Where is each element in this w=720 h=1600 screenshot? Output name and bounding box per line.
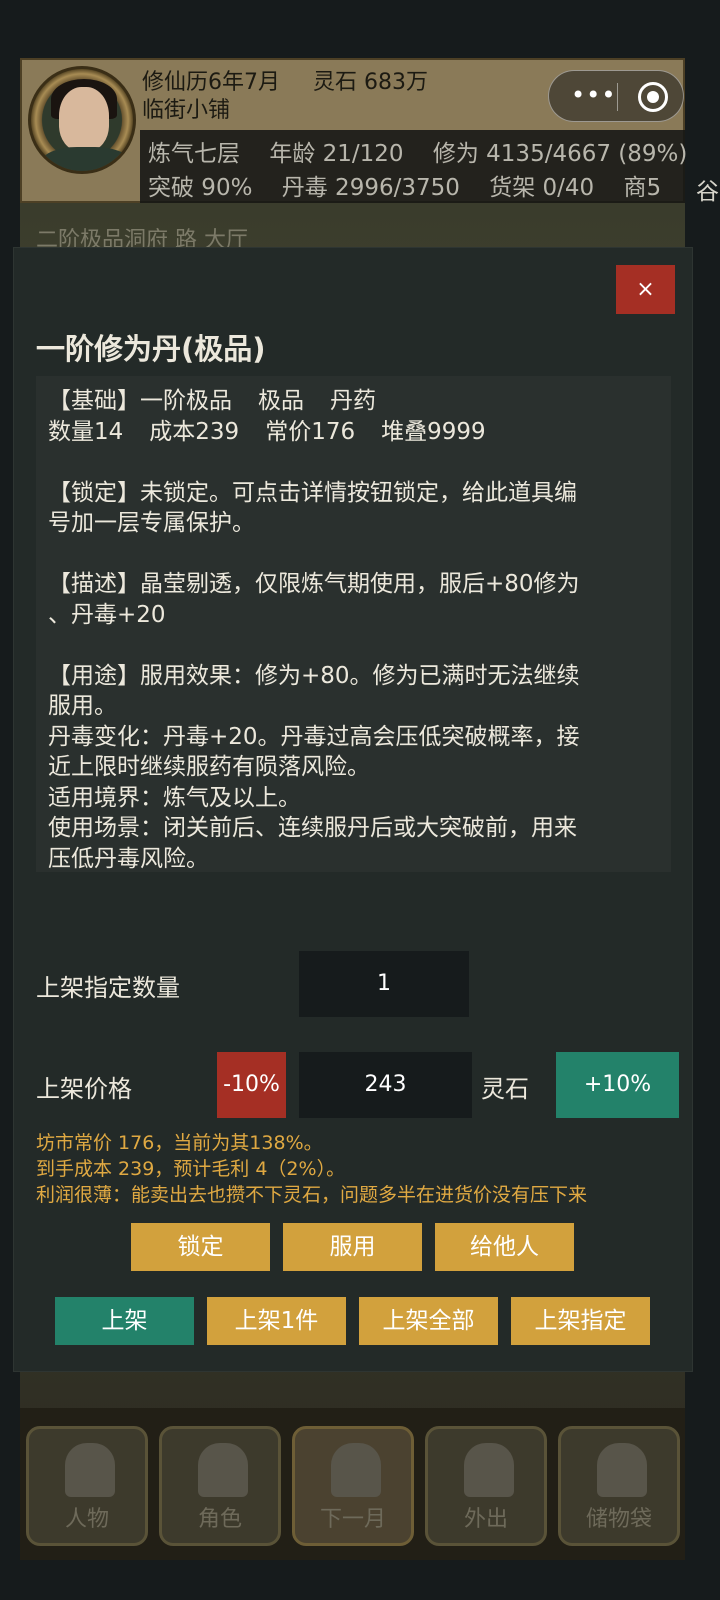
item-cost: 成本239	[149, 418, 240, 445]
nav-role-label: 角色	[197, 1507, 242, 1532]
breakthrough-stat: 突破 90%	[148, 175, 253, 201]
usage-line: 近上限时继续服药有陨落风险。	[48, 754, 370, 780]
basic-info-line: 【基础】一阶极品 极品 丹药	[48, 386, 659, 417]
person-icon	[65, 1443, 115, 1497]
more-dots-icon[interactable]: •••	[571, 82, 616, 108]
price-label: 上架价格	[36, 1075, 132, 1103]
age-stat: 年龄 21/120	[269, 141, 404, 167]
stats-row-2: 突破 90% 丹毒 2996/3750 货架 0/40 商5	[148, 168, 683, 202]
list-one-button[interactable]: 上架1件	[207, 1297, 346, 1345]
shop-name: 临街小铺	[142, 98, 231, 123]
avatar[interactable]	[28, 66, 136, 174]
avatar-body	[41, 147, 131, 171]
realm-stat: 炼气七层	[148, 141, 240, 167]
nav-travel-label: 外出	[463, 1507, 508, 1532]
close-button[interactable]: ×	[616, 265, 675, 314]
profit-hint: 到手成本 239，预计毛利 4（2%）。	[36, 1158, 346, 1180]
nav-person[interactable]: 人物	[26, 1426, 148, 1546]
consume-button[interactable]: 服用	[283, 1223, 422, 1271]
item-title: 一阶修为丹(极品)	[36, 332, 266, 366]
list-button[interactable]: 上架	[55, 1297, 194, 1345]
stats-row-1: 炼气七层 年龄 21/120 修为 4135/4667 (89%)	[148, 134, 709, 168]
overflow-char: 谷	[696, 179, 719, 205]
usage-line: 丹毒变化：丹毒+20。丹毒过高会压低突破概率，接	[48, 723, 580, 750]
price-increase-button[interactable]: +10%	[556, 1052, 679, 1118]
capsule-divider	[617, 83, 618, 111]
description-line: 【描述】晶莹剔透，仅限炼气期使用，服后+80修为	[48, 571, 580, 597]
currency-label: 灵石	[481, 1075, 529, 1103]
bottom-nav: 人物 角色 下一月 外出 储物袋	[20, 1408, 685, 1560]
nav-bag-label: 储物袋	[585, 1507, 652, 1532]
item-normal-price: 常价176	[265, 418, 356, 445]
list-specified-button[interactable]: 上架指定	[511, 1297, 650, 1345]
item-stack: 堆叠9999	[381, 418, 486, 445]
poison-stat: 丹毒 2996/3750	[281, 175, 460, 201]
lock-info-line: 【锁定】未锁定。可点击详情按钮锁定，给此道具编	[48, 479, 577, 506]
header-spirit-stone: 灵石 683万	[313, 70, 428, 95]
list-all-button[interactable]: 上架全部	[359, 1297, 498, 1345]
basic-type: 丹药	[330, 388, 376, 414]
nav-role[interactable]: 角色	[159, 1426, 281, 1546]
travel-icon	[464, 1443, 514, 1497]
nav-next-month[interactable]: 下一月	[292, 1426, 414, 1546]
price-decrease-button[interactable]: -10%	[217, 1052, 286, 1118]
item-quantity: 数量14	[48, 418, 124, 445]
lock-button[interactable]: 锁定	[131, 1223, 270, 1271]
role-icon	[198, 1443, 248, 1497]
nav-bag[interactable]: 储物袋	[558, 1426, 680, 1546]
usage-line: 使用场景：闭关前后、连续服丹后或大突破前，用来	[48, 815, 577, 841]
quantity-label: 上架指定数量	[36, 974, 180, 1002]
usage-line: 【用途】服用效果：修为+80。修为已满时无法继续	[48, 662, 580, 689]
usage-line: 服用。	[48, 693, 117, 719]
quantity-info-line: 数量14 成本239 常价176 堆叠9999	[48, 417, 659, 448]
mini-program-capsule: •••	[548, 70, 684, 122]
basic-quality: 极品	[258, 388, 304, 414]
usage-line: 适用境界：炼气及以上。	[48, 784, 301, 811]
flag-icon	[331, 1443, 381, 1497]
shelf-stat: 货架 0/40	[489, 175, 595, 201]
market-price-hint: 坊市常价 176，当前为其138%。	[36, 1132, 323, 1154]
price-input[interactable]: 243	[299, 1052, 472, 1118]
quantity-input[interactable]: 1	[299, 951, 469, 1017]
give-button[interactable]: 给他人	[435, 1223, 574, 1271]
avatar-face	[59, 87, 109, 151]
cultivation-stat: 修为 4135/4667 (89%)	[432, 141, 688, 167]
nav-person-label: 人物	[64, 1507, 109, 1532]
usage-line: 压低丹毒风险。	[48, 845, 209, 872]
nav-travel[interactable]: 外出	[425, 1426, 547, 1546]
item-description-box[interactable]: 【基础】一阶极品 极品 丹药 数量14 成本239 常价176 堆叠9999 【锁定】未锁…	[36, 376, 671, 872]
stats-panel: 炼气七层 年龄 21/120 修为 4135/4667 (89%) 突破 90%…	[140, 130, 687, 203]
merchant-stat: 商5	[623, 175, 662, 201]
lock-info-line: 号加一层专属保护。	[48, 510, 255, 536]
nav-next-month-label: 下一月	[319, 1507, 386, 1532]
description-line: 、丹毒+20	[48, 601, 166, 628]
profit-warning: 利润很薄：能卖出去也攒不下灵石，问题多半在进货价没有压下来	[36, 1184, 588, 1206]
target-circle-icon[interactable]	[638, 82, 668, 112]
basic-grade: 【基础】一阶极品	[48, 388, 232, 414]
bag-icon	[597, 1443, 647, 1497]
